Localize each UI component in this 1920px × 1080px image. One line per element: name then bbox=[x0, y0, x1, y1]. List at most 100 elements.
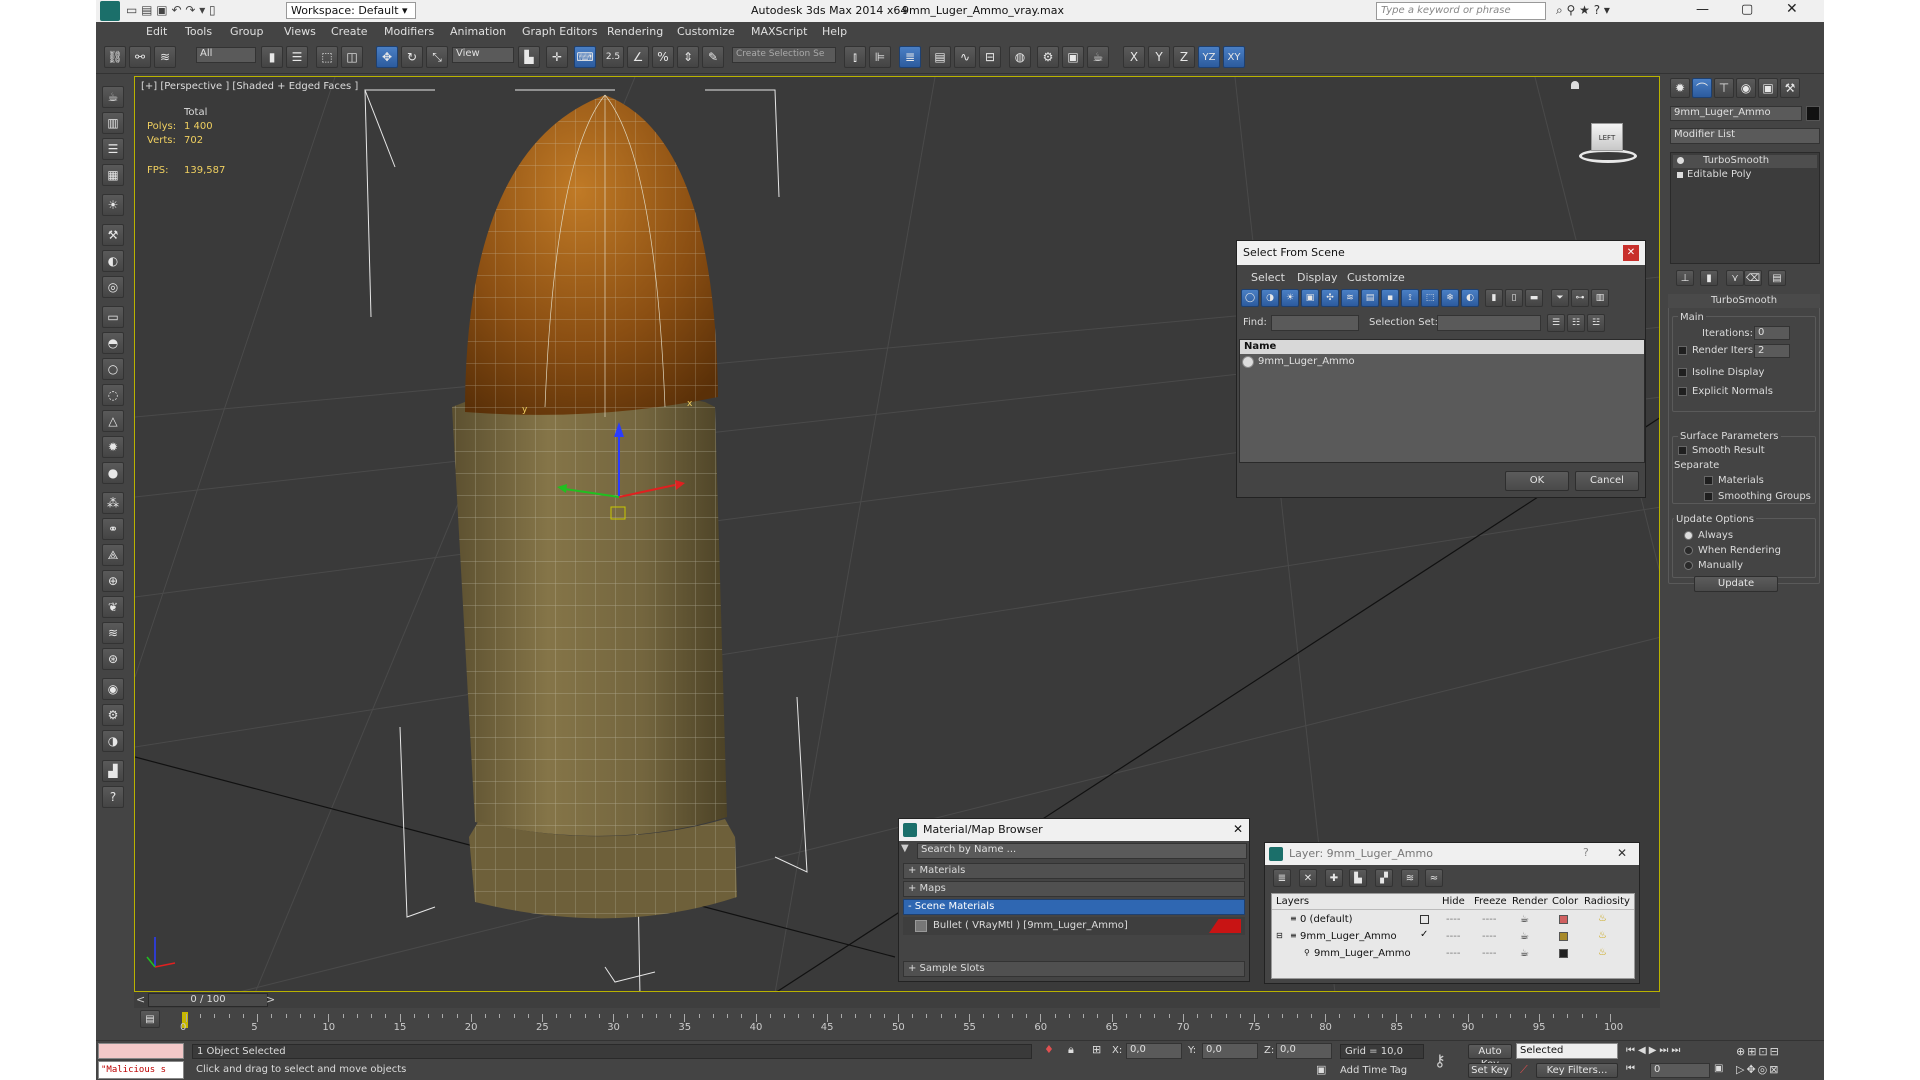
menu-customize[interactable]: Customize bbox=[677, 25, 735, 38]
current-layer-checkbox[interactable] bbox=[1420, 915, 1429, 924]
radiosity-icon[interactable]: ♨ bbox=[1598, 930, 1607, 941]
layer-table[interactable]: Layers Hide Freeze Render Color Radiosit… bbox=[1271, 893, 1635, 979]
time-prev-button[interactable]: < bbox=[136, 993, 145, 1006]
close-button[interactable]: ✕ bbox=[1786, 1, 1798, 17]
search-input[interactable]: Type a keyword or phrase bbox=[1376, 2, 1546, 20]
axis-yz-button[interactable]: YZ bbox=[1198, 46, 1220, 68]
menu-tools[interactable]: Tools bbox=[185, 25, 212, 38]
menu-graph-editors[interactable]: Graph Editors bbox=[522, 25, 598, 38]
render-iters-checkbox[interactable] bbox=[1678, 346, 1687, 355]
expand-icon[interactable]: ⊟ bbox=[1276, 931, 1283, 940]
display-none-icon[interactable]: ▯ bbox=[1505, 289, 1523, 307]
viewport-nav-controls[interactable]: ⊕⊞⊡⊟ bbox=[1736, 1045, 1781, 1058]
display-tab-icon[interactable]: ▣ bbox=[1758, 78, 1778, 98]
filter-shapes-icon[interactable]: ◑ bbox=[1261, 289, 1279, 307]
filter-lights-icon[interactable]: ☀ bbox=[1281, 289, 1299, 307]
configure-sets-icon[interactable]: ▤ bbox=[1768, 270, 1786, 286]
list-icon[interactable]: ☰ bbox=[102, 138, 124, 160]
set-key-icon[interactable]: ⟋ bbox=[1520, 1063, 1528, 1077]
set-key-button[interactable]: Set Key bbox=[1468, 1063, 1512, 1078]
particles-icon[interactable]: ⁂ bbox=[102, 492, 124, 514]
auto-key-button[interactable]: Auto Key bbox=[1468, 1044, 1512, 1070]
menu-maxscript[interactable]: MAXScript bbox=[751, 25, 807, 38]
explicit-normals-checkbox[interactable] bbox=[1678, 387, 1687, 396]
col-hide[interactable]: Hide bbox=[1442, 896, 1465, 907]
infocenter-icons[interactable]: ⌕ ⚲ ★ ? ▾ bbox=[1556, 3, 1610, 18]
select-none-icon[interactable]: ☷ bbox=[1567, 314, 1585, 332]
modifier-list-dropdown[interactable]: Modifier List bbox=[1670, 128, 1820, 144]
cloth-icon[interactable]: ⊛ bbox=[102, 648, 124, 670]
remove-modifier-icon[interactable]: ⌫ bbox=[1744, 270, 1762, 286]
display-invert-icon[interactable]: ▬ bbox=[1525, 289, 1543, 307]
filter-frozen-icon[interactable]: ❄ bbox=[1441, 289, 1459, 307]
select-invert-icon[interactable]: ☳ bbox=[1587, 314, 1605, 332]
teapot-icon[interactable]: ☕ bbox=[1520, 948, 1529, 959]
col-radiosity[interactable]: Radiosity bbox=[1584, 896, 1630, 907]
pivot-center-icon[interactable]: ▙ bbox=[518, 46, 540, 68]
teapot-icon[interactable]: ☕ bbox=[1520, 931, 1529, 942]
helper-icon[interactable]: ⚒ bbox=[102, 224, 124, 246]
menu-animation[interactable]: Animation bbox=[450, 25, 506, 38]
section-maps[interactable]: + Maps bbox=[903, 881, 1245, 897]
col-freeze[interactable]: Freeze bbox=[1474, 896, 1507, 907]
pin-stack-icon[interactable]: ⊥ bbox=[1676, 270, 1694, 286]
col-layers[interactable]: Layers bbox=[1276, 896, 1309, 907]
edit-named-selection-icon[interactable]: ✎ bbox=[702, 46, 724, 68]
time-next-button[interactable]: > bbox=[266, 993, 275, 1006]
display-all-icon[interactable]: ▮ bbox=[1485, 289, 1503, 307]
select-all-icon[interactable]: ☰ bbox=[1547, 314, 1565, 332]
find-input[interactable] bbox=[1271, 315, 1359, 331]
menu-help[interactable]: Help bbox=[822, 25, 847, 38]
z-coordinate-field[interactable]: 0,0 bbox=[1276, 1043, 1332, 1059]
object-list[interactable]: Name 9mm_Luger_Ammo bbox=[1239, 339, 1645, 463]
select-dialog-menu-customize[interactable]: Customize bbox=[1347, 271, 1405, 284]
section-sample-slots[interactable]: + Sample Slots bbox=[903, 961, 1245, 977]
absolute-mode-icon[interactable]: ⊞ bbox=[1092, 1043, 1101, 1056]
layer-dialog-titlebar[interactable]: Layer: 9mm_Luger_Ammo ? ✕ bbox=[1265, 843, 1639, 865]
workspace-dropdown[interactable]: Workspace: Default ▾ bbox=[286, 2, 416, 19]
select-object-icon[interactable]: ▮ bbox=[261, 46, 283, 68]
angle-snap-icon[interactable]: ∠ bbox=[627, 46, 649, 68]
hemisphere-icon[interactable]: ◓ bbox=[102, 332, 124, 354]
selection-filter-dropdown[interactable]: All bbox=[196, 47, 256, 63]
stack-item-editable-poly[interactable]: Editable Poly bbox=[1673, 169, 1817, 182]
layer-color-swatch[interactable] bbox=[1559, 915, 1568, 924]
column-header-name[interactable]: Name bbox=[1240, 340, 1644, 354]
ok-button[interactable]: OK bbox=[1505, 471, 1569, 491]
layer-freeze[interactable]: ---- bbox=[1482, 948, 1496, 959]
select-dialog-menu-select[interactable]: Select bbox=[1251, 271, 1285, 284]
graphite-ribbon-icon[interactable]: ▤ bbox=[929, 46, 951, 68]
pyramid-icon[interactable]: ⟁ bbox=[102, 544, 124, 566]
axis-x-button[interactable]: X bbox=[1123, 46, 1145, 68]
rect-selection-icon[interactable]: ⬚ bbox=[316, 46, 338, 68]
maxscript-listener-top[interactable] bbox=[98, 1043, 184, 1059]
material-editor-icon[interactable]: ◍ bbox=[1009, 46, 1031, 68]
update-button[interactable]: Update bbox=[1694, 576, 1778, 592]
select-in-layer-icon[interactable]: ▙ bbox=[1349, 869, 1367, 887]
unlink-icon[interactable]: ⚯ bbox=[129, 46, 151, 68]
layer-color-swatch[interactable] bbox=[1559, 949, 1568, 958]
table-row[interactable]: ≡ 0 (default) ---- ---- ☕ ♨ bbox=[1272, 912, 1634, 929]
x-coordinate-field[interactable]: 0,0 bbox=[1126, 1043, 1182, 1059]
move-icon[interactable]: ✥ bbox=[376, 46, 398, 68]
modify-tab-icon[interactable]: ⌒ bbox=[1692, 78, 1712, 98]
rendered-frame-window-icon[interactable]: ▣ bbox=[1062, 46, 1084, 68]
layer-hide[interactable]: ---- bbox=[1446, 948, 1460, 959]
filter-cameras-icon[interactable]: ▣ bbox=[1301, 289, 1319, 307]
menu-create[interactable]: Create bbox=[331, 25, 368, 38]
key-icon[interactable]: ⚷ bbox=[1434, 1051, 1446, 1070]
layer-hide[interactable]: ---- bbox=[1446, 931, 1460, 942]
menu-views[interactable]: Views bbox=[284, 25, 316, 38]
filter-containers-icon[interactable]: ⬚ bbox=[1421, 289, 1439, 307]
mirror-icon[interactable]: ⫾ bbox=[844, 46, 866, 68]
container-icon[interactable]: ▥ bbox=[102, 112, 124, 134]
axis-xy-button[interactable]: XY bbox=[1223, 46, 1245, 68]
hierarchy-toggle-icon[interactable]: ⊶ bbox=[1571, 289, 1589, 307]
when-rendering-radio[interactable] bbox=[1684, 546, 1693, 555]
filter-helpers-icon[interactable]: ✣ bbox=[1321, 289, 1339, 307]
utilities-tab-icon[interactable]: ⚒ bbox=[1780, 78, 1800, 98]
object-color-swatch[interactable] bbox=[1806, 106, 1820, 121]
current-frame-field[interactable]: 0 bbox=[1650, 1063, 1710, 1078]
menu-edit[interactable]: Edit bbox=[146, 25, 167, 38]
playback-controls[interactable]: ⏮◀▶⏭⏭ bbox=[1626, 1045, 1683, 1056]
